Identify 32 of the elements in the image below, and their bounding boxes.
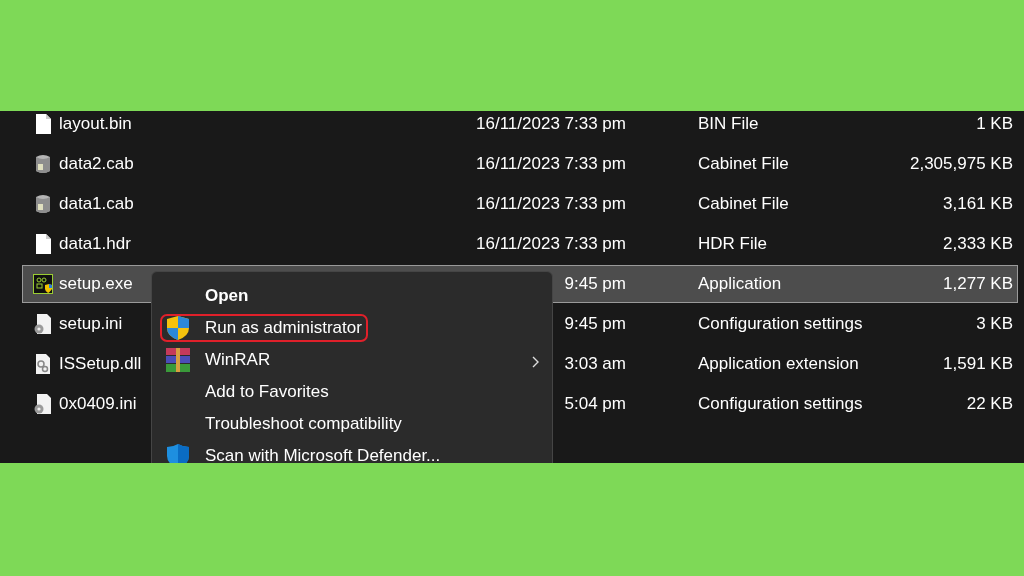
file-type: Application: [698, 274, 783, 294]
file-name: setup.exe: [59, 274, 133, 293]
date-modified: 16/11/2023 7:33 pm: [476, 194, 626, 213]
date-modified: 3:03 am: [564, 354, 626, 373]
file-type: HDR File: [698, 234, 768, 254]
file-type: Cabinet File: [698, 194, 790, 214]
file-name: data2.cab: [59, 154, 134, 173]
date-modified: 5:04 pm: [564, 394, 626, 413]
file-size: 1,277 KB: [942, 274, 1014, 294]
file-type: BIN File: [698, 114, 760, 134]
file-type: Configuration settings: [698, 394, 864, 414]
file-name: setup.ini: [59, 314, 123, 333]
file-type: Configuration settings: [698, 314, 864, 334]
file-size: 2,333 KB: [942, 234, 1014, 254]
file-size: 1 KB: [975, 114, 1014, 134]
file-size: 3,161 KB: [942, 194, 1014, 214]
file-name: ISSetup.dll: [59, 354, 142, 373]
date-modified: 9:45 pm: [564, 274, 626, 293]
file-name: layout.bin: [59, 114, 132, 133]
file-name: data1.hdr: [59, 234, 131, 253]
file-name: data1.cab: [59, 194, 134, 213]
date-modified: 16/11/2023 7:33 pm: [476, 114, 626, 133]
file-type: Application extension: [698, 354, 860, 374]
file-type: Cabinet File: [698, 154, 790, 174]
file-size: 3 KB: [975, 314, 1014, 334]
file-name: 0x0409.ini: [59, 394, 137, 413]
date-modified: 9:45 pm: [564, 314, 626, 333]
file-size: 1,591 KB: [942, 354, 1014, 374]
date-modified: 16/11/2023 7:33 pm: [476, 154, 626, 173]
file-size: 22 KB: [965, 394, 1014, 414]
file-size: 2,305,975 KB: [908, 154, 1014, 174]
date-modified: 16/11/2023 7:33 pm: [476, 234, 626, 253]
